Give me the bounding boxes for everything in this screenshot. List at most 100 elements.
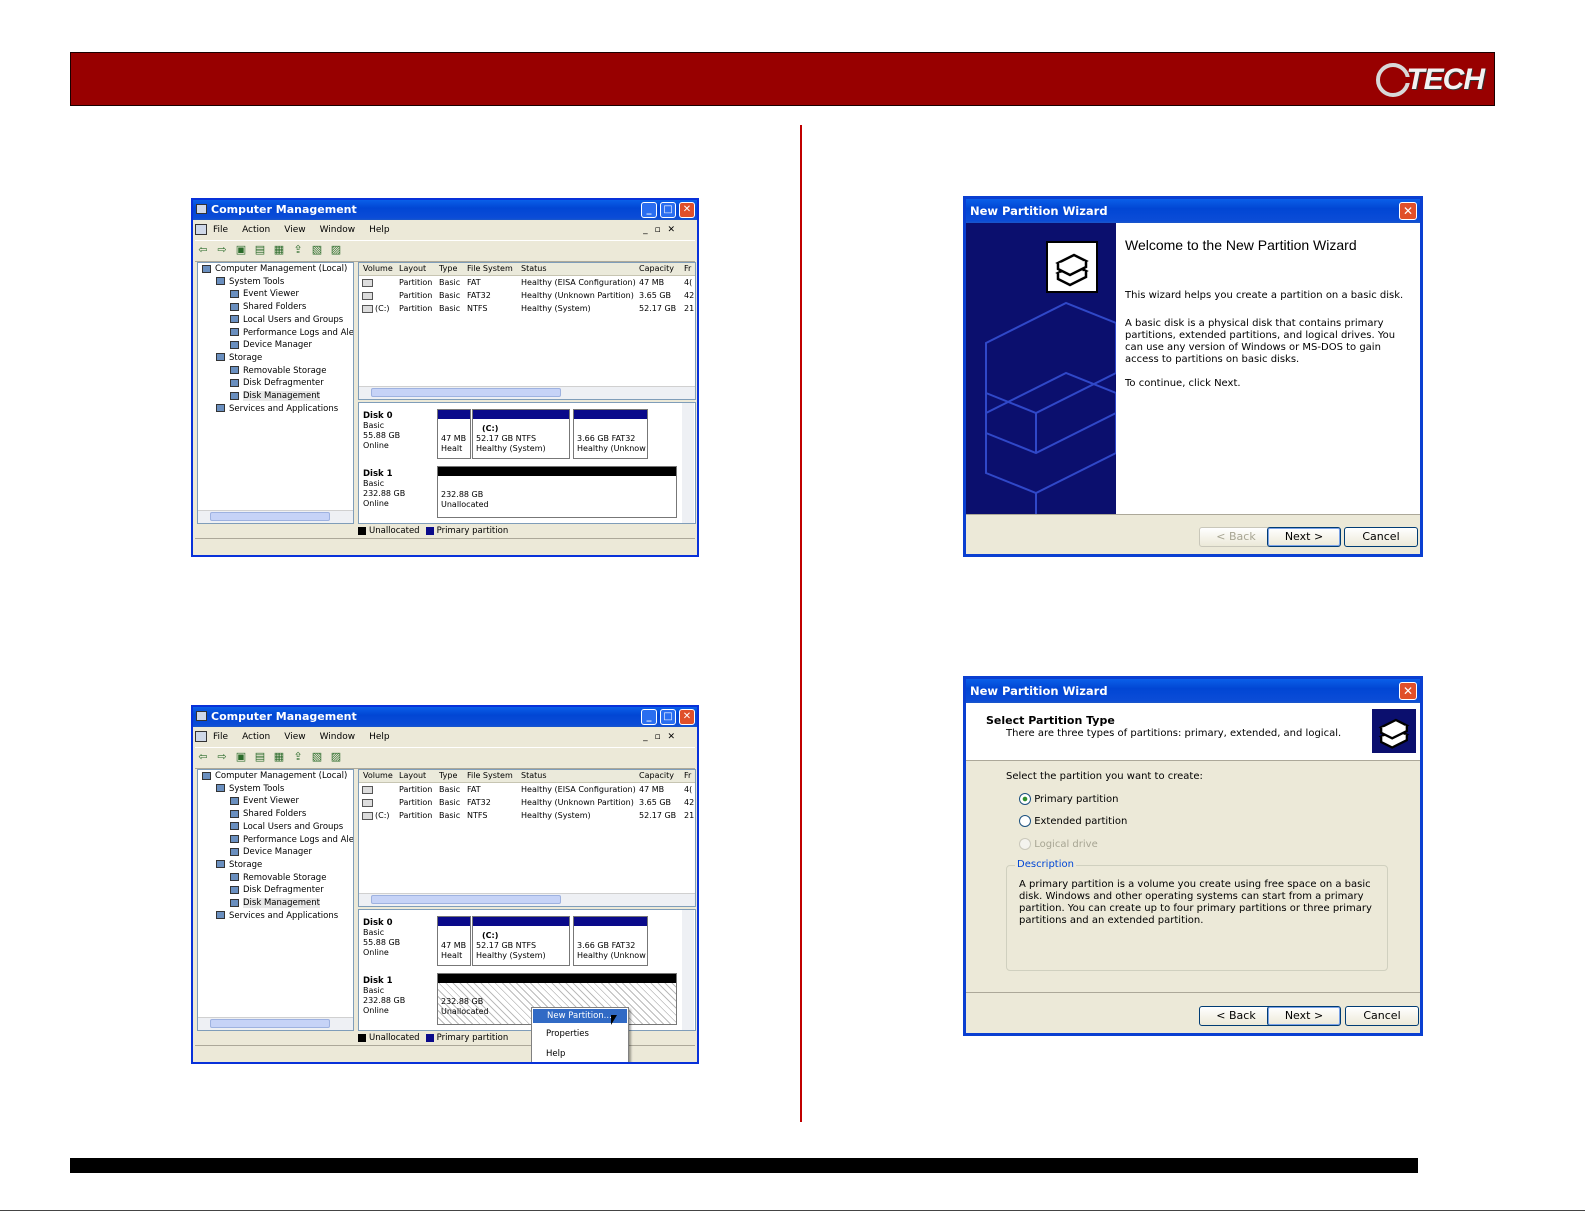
volume-row[interactable]: (C:) Partition Basic NTFS Healthy (System) 52… bbox=[359, 809, 695, 822]
radio-icon[interactable] bbox=[1019, 815, 1031, 827]
disk1-unallocated-partition[interactable]: 232.88 GB Unallocated bbox=[437, 466, 677, 518]
menu-view[interactable]: View bbox=[284, 732, 305, 742]
cancel-button[interactable]: Cancel bbox=[1345, 1006, 1419, 1026]
disk1-label[interactable]: Disk 1 Basic 232.88 GB Online bbox=[363, 976, 433, 1016]
scroll-thumb[interactable] bbox=[210, 1019, 330, 1028]
close-icon[interactable]: ✕ bbox=[679, 709, 695, 725]
help-icon[interactable]: ▨ bbox=[328, 241, 344, 259]
scroll-thumb[interactable] bbox=[371, 895, 561, 904]
console-icon[interactable]: ▧ bbox=[309, 241, 325, 259]
minimize-icon[interactable]: _ bbox=[641, 709, 657, 725]
column-header[interactable]: Status bbox=[521, 263, 547, 275]
next-button[interactable]: Next > bbox=[1267, 527, 1341, 547]
tree-item[interactable]: System Tools bbox=[198, 783, 353, 796]
back-button[interactable]: < Back bbox=[1199, 527, 1273, 547]
menu-help[interactable]: Help bbox=[369, 732, 390, 742]
disk1-label[interactable]: Disk 1 Basic 232.88 GB Online bbox=[363, 469, 433, 509]
tree-item[interactable]: Event Viewer bbox=[198, 795, 353, 808]
column-header[interactable]: Volume bbox=[363, 263, 393, 275]
help-icon[interactable]: ▨ bbox=[328, 748, 344, 766]
radio-selected-icon[interactable] bbox=[1019, 793, 1031, 805]
close-icon[interactable]: ✕ bbox=[1399, 202, 1417, 220]
maximize-icon[interactable]: □ bbox=[660, 709, 676, 725]
volume-scrollbar[interactable] bbox=[359, 893, 695, 906]
column-header[interactable]: Fr bbox=[684, 770, 691, 782]
column-header[interactable]: Layout bbox=[399, 263, 426, 275]
scroll-thumb[interactable] bbox=[210, 512, 330, 521]
export-icon[interactable]: ⇪ bbox=[290, 748, 306, 766]
show-tree-icon[interactable]: ▤ bbox=[252, 748, 268, 766]
mdi-controls-icon[interactable]: _ ▫ ✕ bbox=[643, 729, 677, 746]
column-header[interactable]: Type bbox=[439, 263, 457, 275]
disk-view-scrollbar[interactable] bbox=[682, 403, 694, 523]
tree-item[interactable]: Storage bbox=[198, 352, 353, 365]
column-header[interactable]: Type bbox=[439, 770, 457, 782]
cancel-button[interactable]: Cancel bbox=[1344, 527, 1418, 547]
back-arrow-icon[interactable]: ⇦ bbox=[195, 241, 211, 259]
radio-primary-partition[interactable]: Primary partition bbox=[1019, 793, 1118, 805]
tree-item[interactable]: Local Users and Groups bbox=[198, 314, 353, 327]
tree-item[interactable]: Services and Applications bbox=[198, 910, 353, 923]
column-header[interactable]: Layout bbox=[399, 770, 426, 782]
menu-window[interactable]: Window bbox=[320, 732, 356, 742]
disk0-partition[interactable]: 3.66 GB FAT32 Healthy (Unknow bbox=[573, 409, 648, 459]
column-header[interactable]: Volume bbox=[363, 770, 393, 782]
forward-arrow-icon[interactable]: ⇨ bbox=[214, 241, 230, 259]
tree-item[interactable]: Disk Defragmenter bbox=[198, 377, 353, 390]
tree-item[interactable]: Shared Folders bbox=[198, 301, 353, 314]
disk0-label[interactable]: Disk 0 Basic 55.88 GB Online bbox=[363, 411, 433, 451]
volume-row[interactable]: Partition Basic FAT32 Healthy (Unknown Part… bbox=[359, 796, 695, 809]
tree-item[interactable]: Performance Logs and Alerts bbox=[198, 327, 353, 340]
scroll-thumb[interactable] bbox=[371, 388, 561, 397]
tree-item[interactable]: Removable Storage bbox=[198, 872, 353, 885]
tree-item[interactable]: Shared Folders bbox=[198, 808, 353, 821]
tree-item[interactable]: Local Users and Groups bbox=[198, 821, 353, 834]
tree-item[interactable]: Services and Applications bbox=[198, 403, 353, 416]
context-menu-item[interactable]: Properties bbox=[532, 1024, 628, 1044]
menu-help[interactable]: Help bbox=[369, 225, 390, 235]
back-button[interactable]: < Back bbox=[1199, 1006, 1273, 1026]
volume-row[interactable]: (C:) Partition Basic NTFS Healthy (System) 52… bbox=[359, 302, 695, 315]
forward-arrow-icon[interactable]: ⇨ bbox=[214, 748, 230, 766]
menu-action[interactable]: Action bbox=[242, 225, 270, 235]
mdi-controls-icon[interactable]: _ ▫ ✕ bbox=[643, 222, 677, 239]
tree-scrollbar[interactable] bbox=[198, 510, 353, 523]
minimize-icon[interactable]: _ bbox=[641, 202, 657, 218]
close-icon[interactable]: ✕ bbox=[679, 202, 695, 218]
menu-file[interactable]: File bbox=[213, 732, 228, 742]
close-icon[interactable]: ✕ bbox=[1399, 682, 1417, 700]
column-header[interactable]: Capacity bbox=[639, 263, 674, 275]
disk0-label[interactable]: Disk 0 Basic 55.88 GB Online bbox=[363, 918, 433, 958]
properties-icon[interactable]: ▦ bbox=[271, 748, 287, 766]
column-header[interactable]: Status bbox=[521, 770, 547, 782]
menu-file[interactable]: File bbox=[213, 225, 228, 235]
disk0-partition[interactable]: (C:) 52.17 GB NTFS Healthy (System) bbox=[472, 916, 570, 966]
maximize-icon[interactable]: □ bbox=[660, 202, 676, 218]
tree-item[interactable]: Event Viewer bbox=[198, 288, 353, 301]
radio-extended-partition[interactable]: Extended partition bbox=[1019, 815, 1127, 827]
tree-item[interactable]: Removable Storage bbox=[198, 365, 353, 378]
tree-item[interactable]: System Tools bbox=[198, 276, 353, 289]
context-menu-item[interactable]: Help bbox=[532, 1044, 628, 1062]
next-button[interactable]: Next > bbox=[1267, 1006, 1341, 1026]
disk0-partition[interactable]: 3.66 GB FAT32 Healthy (Unknow bbox=[573, 916, 648, 966]
volume-row[interactable]: Partition Basic FAT32 Healthy (Unknown Part… bbox=[359, 289, 695, 302]
console-icon[interactable]: ▧ bbox=[309, 748, 325, 766]
volume-scrollbar[interactable] bbox=[359, 386, 695, 399]
tree-item[interactable]: Disk Management bbox=[198, 390, 353, 403]
column-header[interactable]: Fr bbox=[684, 263, 691, 275]
export-icon[interactable]: ⇪ bbox=[290, 241, 306, 259]
tree-item[interactable]: Performance Logs and Alerts bbox=[198, 834, 353, 847]
disk0-partition[interactable]: (C:) 52.17 GB NTFS Healthy (System) bbox=[472, 409, 570, 459]
properties-icon[interactable]: ▦ bbox=[271, 241, 287, 259]
tree-item[interactable]: Storage bbox=[198, 859, 353, 872]
up-folder-icon[interactable]: ▣ bbox=[233, 241, 249, 259]
column-header[interactable]: File System bbox=[467, 770, 513, 782]
disk-view-scrollbar[interactable] bbox=[682, 910, 694, 1030]
show-tree-icon[interactable]: ▤ bbox=[252, 241, 268, 259]
tree-item[interactable]: Device Manager bbox=[198, 846, 353, 859]
disk0-partition[interactable]: 47 MB Healt bbox=[437, 916, 471, 966]
menu-action[interactable]: Action bbox=[242, 732, 270, 742]
menu-window[interactable]: Window bbox=[320, 225, 356, 235]
volume-row[interactable]: Partition Basic FAT Healthy (EISA Configura… bbox=[359, 276, 695, 289]
